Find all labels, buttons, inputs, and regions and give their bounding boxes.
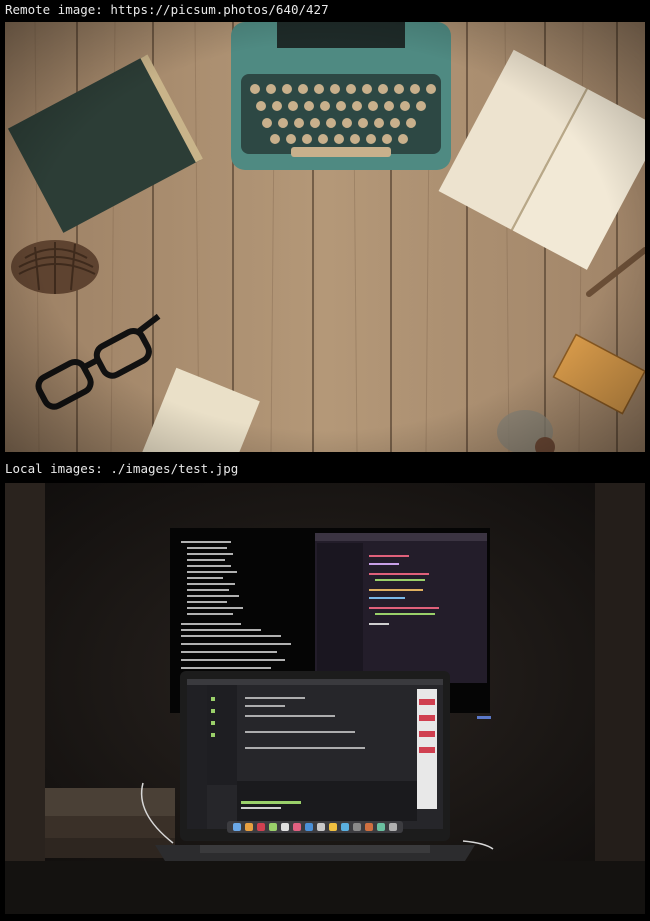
remote-image [5,22,645,452]
remote-image-caption: Remote image: https://picsum.photos/640/… [5,2,329,17]
local-image-caption: Local images: ./images/test.jpg [5,461,239,476]
local-image [5,483,645,914]
